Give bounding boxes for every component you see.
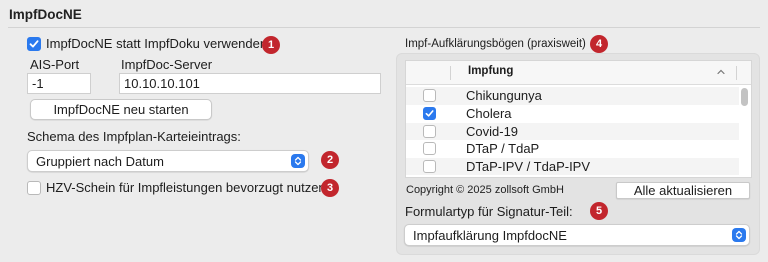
schema-popup[interactable]: Gruppiert nach Datum bbox=[27, 150, 309, 172]
section-title: ImpfDocNE bbox=[9, 7, 82, 22]
popup-chevrons-icon bbox=[732, 228, 746, 242]
group-title: Impf-Aufklärungsbögen (praxisweit) bbox=[405, 38, 586, 50]
table-row[interactable]: DTaP / TdaP bbox=[406, 140, 739, 158]
badge-3: 3 bbox=[321, 179, 339, 197]
form-type-popup-value: Impfaufklärung ImpfdocNE bbox=[413, 228, 567, 243]
schema-popup-value: Gruppiert nach Datum bbox=[36, 154, 164, 169]
row-label: Covid-19 bbox=[466, 123, 519, 139]
row-label: DTaP / TdaP bbox=[466, 141, 540, 156]
restart-impfdocne-button[interactable]: ImpfDocNE neu starten bbox=[30, 99, 212, 120]
row-checkbox[interactable] bbox=[423, 142, 436, 155]
table-scrollbar[interactable] bbox=[741, 88, 748, 106]
copyright-text: Copyright © 2025 zollsoft GmbH bbox=[406, 184, 564, 196]
hzv-label[interactable]: HZV-Schein für Impfleistungen bevorzugt … bbox=[46, 180, 326, 195]
form-type-popup[interactable]: Impfaufklärung ImpfdocNE bbox=[404, 224, 750, 246]
column-header-impfung[interactable]: Impfung bbox=[468, 65, 513, 77]
table-row[interactable]: Chikungunya bbox=[406, 87, 739, 105]
section-divider bbox=[8, 27, 760, 28]
sort-chevron-up-icon[interactable] bbox=[716, 65, 726, 80]
use-impfdocne-label[interactable]: ImpfDocNE statt ImpfDoku verwenden bbox=[46, 36, 267, 51]
table-row[interactable]: Covid-19 bbox=[406, 122, 739, 140]
ais-port-input[interactable]: -1 bbox=[27, 73, 91, 94]
vaccination-table[interactable]: Impfung Chikungunya Cholera Covid-19 DTa… bbox=[405, 60, 752, 178]
badge-5: 5 bbox=[590, 202, 608, 220]
row-label: DTaP-IPV / TdaP-IPV bbox=[466, 158, 591, 174]
badge-2: 2 bbox=[321, 151, 339, 169]
hzv-checkbox[interactable] bbox=[27, 181, 41, 195]
row-label: Cholera bbox=[466, 106, 512, 121]
use-impfdocne-checkbox[interactable] bbox=[27, 37, 41, 51]
schema-label: Schema des Impfplan-Karteieintrags: bbox=[27, 129, 241, 144]
badge-4: 4 bbox=[590, 35, 608, 53]
header-separator bbox=[736, 66, 737, 80]
badge-1: 1 bbox=[262, 36, 280, 54]
header-separator bbox=[450, 66, 451, 80]
form-type-label: Formulartyp für Signatur-Teil: bbox=[405, 204, 573, 219]
row-checkbox[interactable] bbox=[423, 89, 436, 102]
table-header: Impfung bbox=[406, 61, 751, 85]
row-checkbox[interactable] bbox=[423, 124, 436, 138]
impfdoc-server-input[interactable]: 10.10.10.101 bbox=[119, 73, 381, 94]
row-checkbox[interactable] bbox=[423, 107, 436, 120]
table-row[interactable]: Cholera bbox=[406, 105, 739, 123]
row-label: Chikungunya bbox=[466, 88, 542, 103]
impfdoc-server-label: ImpfDoc-Server bbox=[121, 57, 213, 72]
table-row[interactable]: DTaP-IPV / TdaP-IPV bbox=[406, 157, 739, 175]
popup-chevrons-icon bbox=[291, 154, 305, 168]
update-all-button[interactable]: Alle aktualisieren bbox=[616, 182, 750, 199]
row-checkbox[interactable] bbox=[423, 159, 436, 173]
ais-port-label: AIS-Port bbox=[30, 57, 80, 72]
